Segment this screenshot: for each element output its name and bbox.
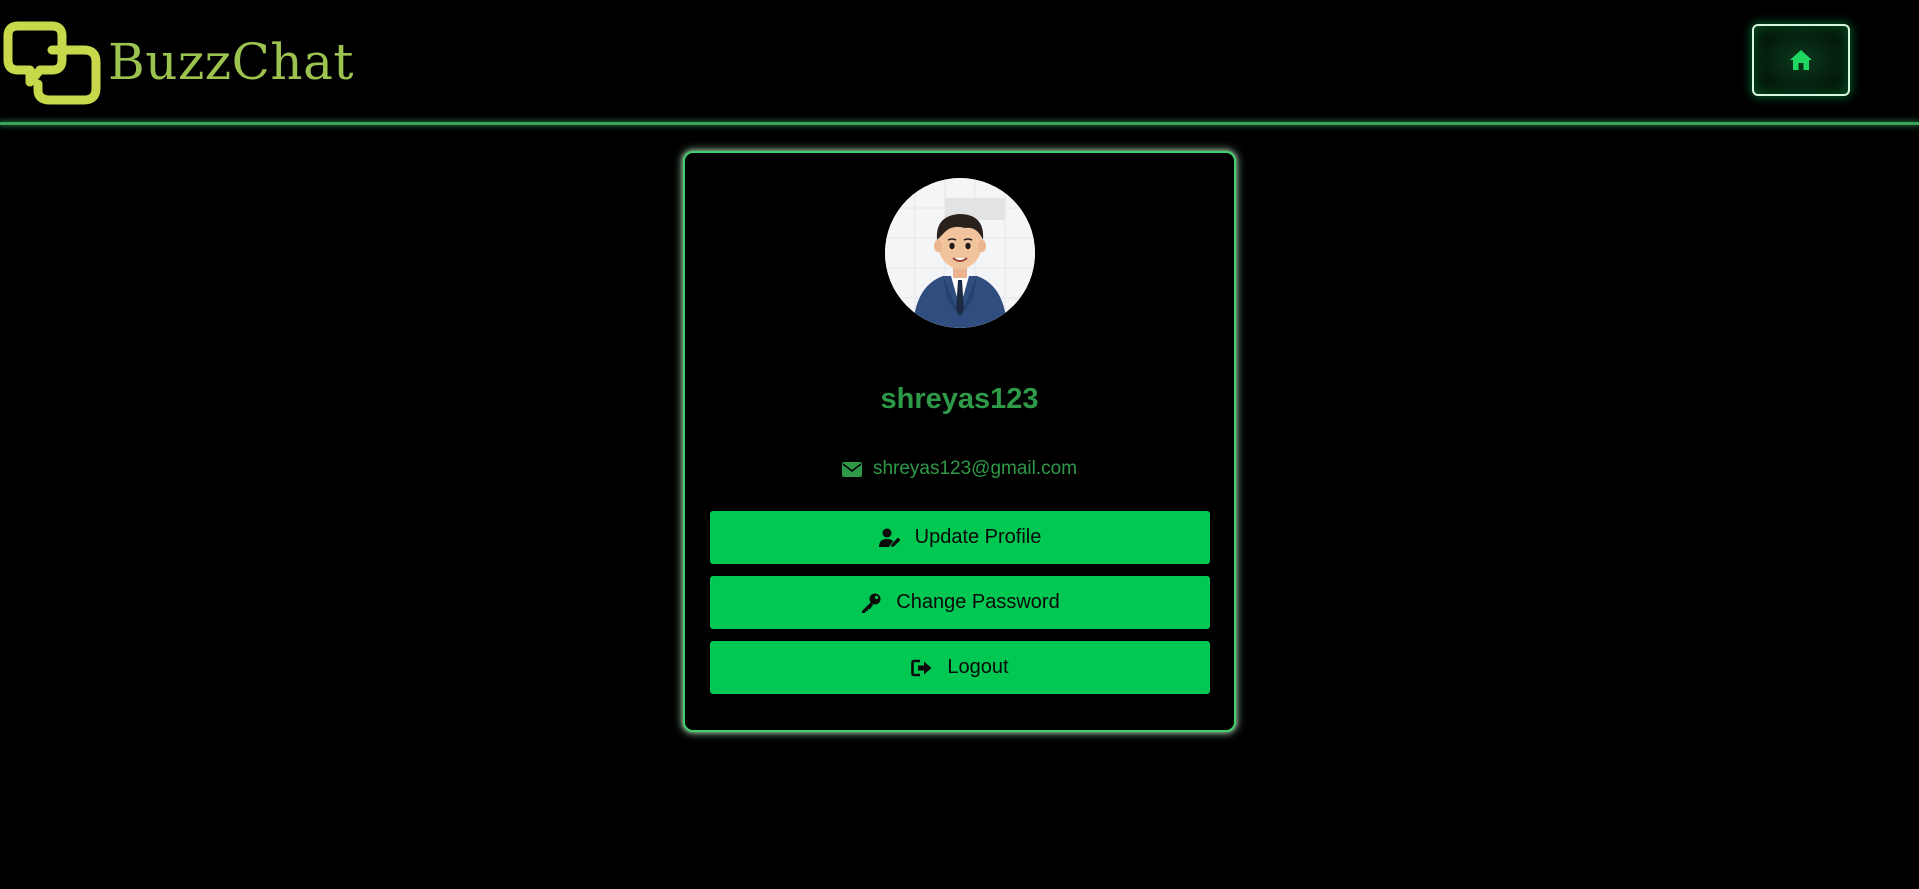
brand-name: BuzzChat: [108, 33, 354, 91]
speech-bubbles-logo-icon: [3, 21, 101, 105]
top-header: BuzzChat: [0, 0, 1919, 125]
app-root: BuzzChat shreyas123 shreyas123@gmail.com…: [0, 0, 1919, 889]
logout-button[interactable]: Logout: [710, 641, 1210, 694]
brand[interactable]: BuzzChat: [0, 10, 354, 114]
update-profile-label: Update Profile: [914, 526, 1042, 548]
header-divider: [0, 122, 1919, 125]
user-edit-icon: [878, 528, 901, 547]
change-password-label: Change Password: [896, 591, 1060, 613]
avatar-image: [885, 178, 1035, 328]
sign-out-icon: [911, 659, 932, 676]
envelope-icon: [841, 461, 862, 477]
profile-card: shreyas123 shreyas123@gmail.com Update P…: [683, 151, 1236, 732]
email-text: shreyas123@gmail.com: [872, 458, 1078, 479]
key-icon: [862, 593, 881, 613]
update-profile-button[interactable]: Update Profile: [710, 511, 1210, 564]
username: shreyas123: [880, 383, 1039, 415]
avatar: [885, 178, 1035, 328]
logout-label: Logout: [947, 656, 1009, 678]
home-icon: [1790, 50, 1812, 70]
change-password-button[interactable]: Change Password: [710, 576, 1210, 629]
email-row: shreyas123@gmail.com: [685, 458, 1234, 480]
home-button[interactable]: [1752, 24, 1850, 96]
